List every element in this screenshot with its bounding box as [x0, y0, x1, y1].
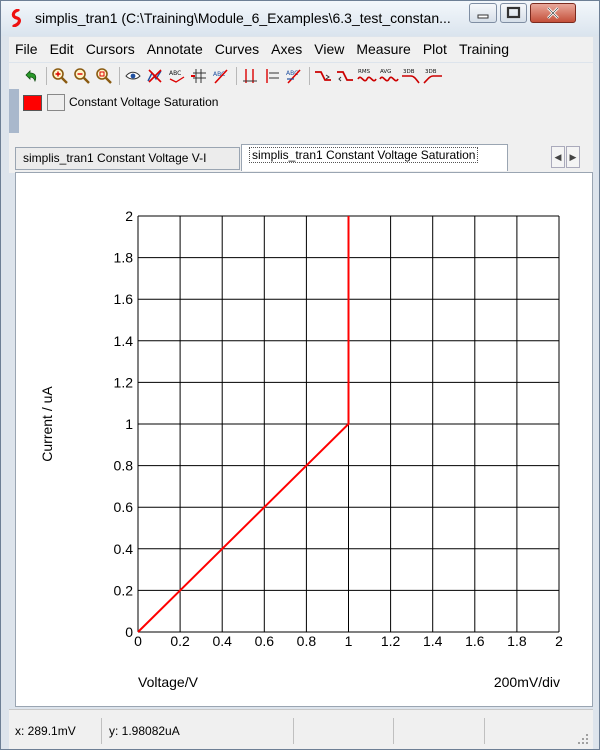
- x-tick-label: 0.2: [170, 633, 190, 649]
- abc-curve-icon[interactable]: ABC: [284, 66, 304, 86]
- curve-color-swatch[interactable]: [23, 95, 42, 111]
- menu-plot[interactable]: Plot: [417, 37, 453, 62]
- tab-scroll-right-icon[interactable]: ▶: [566, 146, 580, 168]
- zoom-out-icon[interactable]: [72, 66, 92, 86]
- y-tick-label: 0.2: [114, 582, 134, 598]
- window-title: simplis_tran1 (C:\Training\Module_6_Exam…: [35, 10, 451, 26]
- resize-grip-icon[interactable]: [577, 733, 589, 745]
- title-bar[interactable]: simplis_tran1 (C:\Training\Module_6_Exam…: [1, 1, 599, 36]
- x-tick-label: 1.8: [507, 633, 527, 649]
- eye-icon[interactable]: [123, 66, 143, 86]
- add-grid-icon[interactable]: [189, 66, 209, 86]
- tab-strip: simplis_tran1 Constant Voltage V-I simpl…: [9, 133, 593, 173]
- status-separator: [484, 718, 485, 744]
- y-tick-label: 0: [125, 624, 133, 640]
- svg-text:3DB: 3DB: [403, 69, 415, 75]
- menu-view[interactable]: View: [308, 37, 350, 62]
- cursor-y-readout: y: 1.98082uA: [109, 724, 180, 738]
- abc-label-icon[interactable]: ABC: [167, 66, 187, 86]
- minimize-button[interactable]: [469, 3, 497, 23]
- svg-text:3DB: 3DB: [425, 69, 437, 75]
- menu-file[interactable]: File: [9, 37, 44, 62]
- edge-rise-icon[interactable]: [313, 66, 333, 86]
- menu-training[interactable]: Training: [453, 37, 515, 62]
- x-tick-label: 1.6: [465, 633, 485, 649]
- x-tick-label: 0.6: [255, 633, 275, 649]
- abc-slash-icon[interactable]: ABC: [211, 66, 231, 86]
- cursor-lines-icon[interactable]: [240, 66, 260, 86]
- menu-axes[interactable]: Axes: [265, 37, 308, 62]
- status-separator: [393, 718, 394, 744]
- menu-annotate[interactable]: Annotate: [141, 37, 209, 62]
- x-tick-label: 1: [345, 633, 353, 649]
- y-tick-label: 1.2: [114, 374, 134, 390]
- x-tick-label: 1.4: [423, 633, 443, 649]
- menu-edit[interactable]: Edit: [44, 37, 80, 62]
- legend-curve-label[interactable]: Constant Voltage Saturation: [69, 95, 218, 109]
- 3db-icon[interactable]: 3DB: [401, 66, 421, 86]
- y-tick-label: 1.4: [114, 333, 134, 349]
- curve-visibility-toggle[interactable]: [47, 94, 65, 111]
- maximize-button[interactable]: [500, 3, 527, 23]
- svg-text:ABC: ABC: [169, 70, 181, 77]
- tab-constant-voltage-v-i[interactable]: simplis_tran1 Constant Voltage V-I: [15, 147, 240, 170]
- plot-area[interactable]: 0 0.2 0.4 0.6 0.8 1 1.2 1.4 1.6 1.8 2 0 0.2 0.4 0.6 0.8…: [15, 172, 593, 707]
- toolbar-separator: [46, 67, 47, 85]
- app-icon: [11, 9, 21, 27]
- y-tick-label: 1.6: [114, 291, 134, 307]
- menu-curves[interactable]: Curves: [209, 37, 265, 62]
- delete-curve-icon[interactable]: [145, 66, 165, 86]
- zoom-fit-icon[interactable]: [94, 66, 114, 86]
- x-tick-label: 0.8: [297, 633, 317, 649]
- legend-bar: Constant Voltage Saturation: [9, 89, 593, 133]
- menu-measure[interactable]: Measure: [350, 37, 416, 62]
- y-axis-label: Current / uA: [39, 386, 55, 462]
- x-tick-label: 0.4: [212, 633, 232, 649]
- menu-bar: File Edit Cursors Annotate Curves Axes V…: [9, 37, 593, 62]
- edge-fall-icon[interactable]: [335, 66, 355, 86]
- menu-cursors[interactable]: Cursors: [80, 37, 141, 62]
- toolbar-separator: [236, 67, 237, 85]
- x-tick-label: 1.2: [381, 633, 401, 649]
- minimize-icon: [477, 14, 489, 19]
- cursor-lines-2-icon[interactable]: [262, 66, 282, 86]
- tab-constant-voltage-saturation[interactable]: simplis_tran1 Constant Voltage Saturatio…: [241, 144, 508, 171]
- toolbar-separator: [119, 67, 120, 85]
- y-tick-label: 0.6: [114, 499, 134, 515]
- maximize-icon: [506, 6, 521, 19]
- toolbar: ABC ABC ABC RMS AVG 3DB 3DB: [9, 63, 593, 89]
- x-tick-label: 0: [134, 633, 142, 649]
- svg-text:AVG: AVG: [380, 69, 391, 75]
- cursor-x-readout: x: 289.1mV: [15, 724, 76, 738]
- status-bar: x: 289.1mV y: 1.98082uA: [9, 709, 593, 749]
- status-separator: [101, 718, 102, 744]
- legend-handle[interactable]: [9, 89, 19, 133]
- y-tick-label: 1.8: [114, 250, 134, 266]
- 3db-up-icon[interactable]: 3DB: [423, 66, 443, 86]
- y-tick-label: 0.4: [114, 541, 134, 557]
- undo-icon[interactable]: [21, 66, 41, 86]
- scale-label: 200mV/div: [494, 674, 560, 690]
- svg-text:RMS: RMS: [358, 69, 371, 75]
- waveform-chart[interactable]: 0 0.2 0.4 0.6 0.8 1 1.2 1.4 1.6 1.8 2 0 0.2 0.4 0.6 0.8…: [16, 173, 592, 706]
- y-tick-label: 0.8: [114, 458, 134, 474]
- close-icon: [547, 7, 559, 19]
- toolbar-separator: [309, 67, 310, 85]
- status-separator: [293, 718, 294, 744]
- tab-label: simplis_tran1 Constant Voltage Saturatio…: [249, 147, 479, 163]
- application-window: simplis_tran1 (C:\Training\Module_6_Exam…: [0, 0, 600, 750]
- x-axis-label: Voltage/V: [138, 674, 199, 690]
- tab-scroll-left-icon[interactable]: ◀: [551, 146, 565, 168]
- avg-icon[interactable]: AVG: [379, 66, 399, 86]
- rms-icon[interactable]: RMS: [357, 66, 377, 86]
- y-tick-label: 1: [125, 416, 133, 432]
- zoom-in-icon[interactable]: [50, 66, 70, 86]
- x-tick-label: 2: [555, 633, 563, 649]
- y-tick-label: 2: [125, 208, 133, 224]
- close-button[interactable]: [530, 3, 576, 23]
